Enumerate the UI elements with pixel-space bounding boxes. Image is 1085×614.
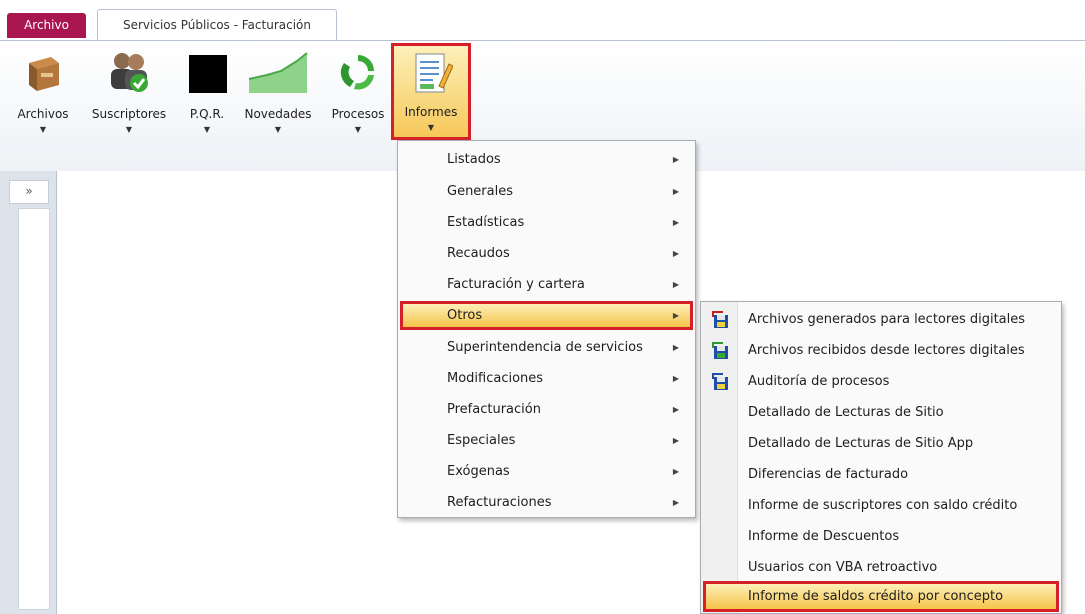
submenu-item-label: Auditoría de procesos	[748, 374, 890, 389]
report-pencil-icon	[415, 53, 454, 93]
submenu-item-archivos-recibidos[interactable]: Archivos recibidos desde lectores digita…	[703, 335, 1059, 366]
submenu-item-label: Diferencias de facturado	[748, 467, 909, 482]
menu-item-label: Estadísticas	[447, 215, 525, 230]
suscriptores-button[interactable]: Suscriptores ▼	[84, 49, 174, 134]
submenu-item-auditoria[interactable]: Auditoría de procesos	[703, 366, 1059, 397]
chevron-right-icon: ▶	[672, 436, 679, 445]
informes-menu: Listados ▶ Generales ▶ Estadísticas ▶ Re…	[397, 140, 696, 518]
menu-item-label: Prefacturación	[447, 402, 541, 417]
chevron-down-icon: ▼	[274, 125, 282, 134]
expand-pane-button[interactable]: »	[9, 180, 49, 204]
floppy-transfer-icon	[712, 373, 728, 390]
tab-archivo[interactable]: Archivo	[7, 13, 86, 38]
floppy-transfer-icon	[712, 342, 728, 359]
users-check-icon	[111, 53, 148, 92]
menu-item-exogenas[interactable]: Exógenas ▶	[400, 457, 693, 486]
menu-item-label: Otros	[447, 308, 483, 323]
menu-item-label: Generales	[447, 184, 514, 199]
tab-servicios-publicos[interactable]: Servicios Públicos - Facturación	[97, 9, 337, 41]
informes-button[interactable]: Informes ▼	[391, 43, 471, 140]
menu-item-superintendencia[interactable]: Superintendencia de servicios ▶	[400, 333, 693, 362]
menu-item-refacturaciones[interactable]: Refacturaciones ▶	[400, 488, 693, 517]
chevron-right-icon: ▶	[672, 343, 679, 352]
chevron-right-icon: ▶	[672, 405, 679, 414]
chevron-down-icon: ▼	[203, 125, 211, 134]
otros-submenu: Archivos generados para lectores digital…	[700, 301, 1062, 614]
chevron-right-icon: ▶	[672, 280, 679, 289]
submenu-item-label: Informe de saldos crédito por concepto	[748, 589, 1004, 604]
menu-item-label: Listados	[447, 152, 501, 167]
chevron-right-icon: ▶	[672, 467, 679, 476]
menu-item-label: Superintendencia de servicios	[447, 340, 643, 355]
procesos-button[interactable]: Procesos ▼	[325, 49, 391, 134]
menu-item-label: Exógenas	[447, 464, 510, 479]
tab-row: Archivo Servicios Públicos - Facturación	[0, 0, 1085, 41]
submenu-item-detallado-lecturas-app[interactable]: Detallado de Lecturas de Sitio App	[703, 428, 1059, 459]
chevron-right-icon: ▶	[672, 218, 679, 227]
chevron-down-icon: ▼	[354, 125, 362, 134]
archivos-label: Archivos	[17, 107, 69, 121]
suscriptores-label: Suscriptores	[91, 107, 167, 121]
chevron-right-icon: ▶	[672, 311, 679, 320]
pqr-button[interactable]: P.Q.R. ▼	[180, 49, 234, 134]
submenu-item-informe-descuentos[interactable]: Informe de Descuentos	[703, 521, 1059, 552]
submenu-item-usuarios-vba[interactable]: Usuarios con VBA retroactivo	[703, 552, 1059, 583]
menu-item-label: Facturación y cartera	[447, 277, 585, 292]
menu-item-listados[interactable]: Listados ▶	[400, 145, 693, 174]
informes-label: Informes	[404, 105, 458, 119]
menu-item-generales[interactable]: Generales ▶	[400, 177, 693, 206]
chevron-down-icon: ▼	[125, 125, 133, 134]
submenu-item-label: Detallado de Lecturas de Sitio	[748, 405, 944, 420]
chevron-down-icon: ▼	[427, 123, 435, 132]
submenu-item-diferencias-facturado[interactable]: Diferencias de facturado	[703, 459, 1059, 490]
menu-item-otros[interactable]: Otros ▶	[400, 301, 693, 330]
submenu-item-saldos-credito-concepto[interactable]: Informe de saldos crédito por concepto	[703, 581, 1059, 612]
archivos-button[interactable]: Archivos ▼	[8, 49, 78, 134]
chevron-down-icon: ▼	[39, 125, 47, 134]
chevron-right-icon: ▶	[672, 249, 679, 258]
informes-button-inner: Informes ▼	[391, 50, 471, 132]
submenu-item-detallado-lecturas[interactable]: Detallado de Lecturas de Sitio	[703, 397, 1059, 428]
chevron-right-icon: ▶	[672, 498, 679, 507]
submenu-item-label: Archivos generados para lectores digital…	[748, 312, 1026, 327]
menu-item-especiales[interactable]: Especiales ▶	[400, 426, 693, 455]
chevron-right-icon: ▶	[672, 155, 679, 164]
green-chart-icon	[248, 52, 308, 93]
submenu-item-label: Detallado de Lecturas de Sitio App	[748, 436, 974, 451]
menu-item-label: Recaudos	[447, 246, 510, 261]
chevron-right-icon: ▶	[672, 187, 679, 196]
menu-item-modificaciones[interactable]: Modificaciones ▶	[400, 364, 693, 393]
recycle-icon	[340, 55, 374, 90]
redacted-icon	[189, 55, 227, 93]
submenu-item-label: Informe de suscriptores con saldo crédit…	[748, 498, 1018, 513]
menu-item-facturacion-cartera[interactable]: Facturación y cartera ▶	[400, 270, 693, 299]
floppy-transfer-icon	[712, 311, 728, 328]
box-icon	[29, 57, 59, 91]
menu-item-prefacturacion[interactable]: Prefacturación ▶	[400, 395, 693, 424]
navigation-strip	[18, 208, 50, 610]
submenu-item-label: Archivos recibidos desde lectores digita…	[748, 343, 1025, 358]
menu-item-recaudos[interactable]: Recaudos ▶	[400, 239, 693, 268]
submenu-item-label: Usuarios con VBA retroactivo	[748, 560, 938, 575]
menu-item-label: Modificaciones	[447, 371, 544, 386]
procesos-label: Procesos	[331, 107, 385, 121]
menu-item-label: Especiales	[447, 433, 516, 448]
novedades-button[interactable]: Novedades ▼	[238, 49, 318, 134]
submenu-item-label: Informe de Descuentos	[748, 529, 900, 544]
menu-item-label: Refacturaciones	[447, 495, 552, 510]
pqr-label: P.Q.R.	[189, 107, 225, 121]
menu-item-estadisticas[interactable]: Estadísticas ▶	[400, 208, 693, 237]
submenu-item-archivos-generados[interactable]: Archivos generados para lectores digital…	[703, 304, 1059, 335]
submenu-item-suscriptores-saldo-credito[interactable]: Informe de suscriptores con saldo crédit…	[703, 490, 1059, 521]
novedades-label: Novedades	[244, 107, 312, 121]
chevron-right-icon: ▶	[672, 374, 679, 383]
